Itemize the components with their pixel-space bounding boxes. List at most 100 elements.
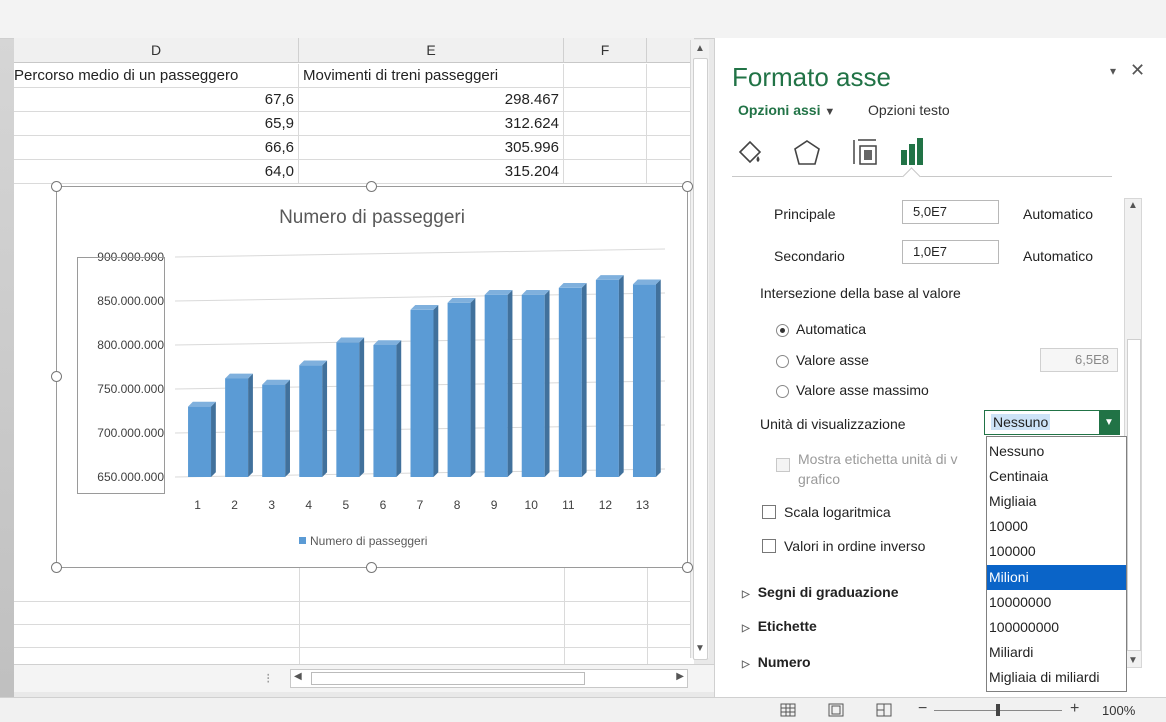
table-row: 66,6 305.996: [14, 136, 694, 160]
bar-side: [248, 373, 253, 477]
dropdown-option[interactable]: Centinaia: [987, 464, 1126, 489]
cell-e2[interactable]: 298.467: [299, 88, 564, 111]
bar-top: [558, 283, 587, 288]
pane-menu-icon[interactable]: ▾: [1110, 64, 1116, 78]
bar-side: [359, 337, 365, 477]
resize-handle[interactable]: [51, 371, 62, 382]
cell-d2[interactable]: 67,6: [14, 88, 299, 111]
scroll-thumb[interactable]: [693, 58, 708, 660]
dropdown-option[interactable]: 10000: [987, 514, 1126, 539]
section-tick-marks-label: Segni di graduazione: [757, 584, 899, 600]
display-units-dropdown[interactable]: Nessuno Centinaia Migliaia 10000 100000 …: [986, 436, 1127, 692]
scroll-up-icon[interactable]: ▲: [1128, 200, 1138, 211]
page-break-icon[interactable]: [876, 703, 892, 717]
radio-valore-massimo[interactable]: [776, 385, 789, 398]
scroll-left-icon[interactable]: ◀: [294, 671, 302, 682]
bar-side: [322, 360, 328, 477]
resize-handle[interactable]: [51, 562, 62, 573]
effects-icon[interactable]: [792, 138, 822, 168]
intersection-label: Intersezione della base al valore: [760, 285, 961, 301]
cell-f1[interactable]: [564, 64, 647, 87]
principale-input[interactable]: 5,0E7: [902, 200, 999, 224]
cell-f2[interactable]: [564, 88, 647, 111]
scroll-down-icon[interactable]: ▼: [1128, 655, 1138, 666]
cell-d5[interactable]: 64,0: [14, 160, 299, 183]
bar-top: [262, 379, 290, 385]
resize-handle[interactable]: [682, 562, 693, 573]
column-header-e[interactable]: E: [299, 38, 564, 63]
axis-selection-box[interactable]: [77, 257, 165, 494]
scroll-right-icon[interactable]: ▶: [676, 671, 684, 682]
tab-axis-options[interactable]: Opzioni assi ▼: [738, 102, 835, 118]
display-units-select[interactable]: Nessuno ▼: [984, 410, 1120, 435]
section-number[interactable]: ▷ Numero: [742, 654, 811, 670]
resize-handle[interactable]: [682, 181, 693, 192]
section-labels[interactable]: ▷ Etichette: [742, 618, 817, 634]
zoom-out-button[interactable]: −: [918, 700, 927, 718]
cell-f5[interactable]: [564, 160, 647, 183]
normal-view-icon[interactable]: [780, 703, 796, 717]
fill-line-icon[interactable]: [736, 138, 766, 168]
dropdown-option-highlighted[interactable]: Milioni: [987, 565, 1126, 590]
size-properties-icon[interactable]: [850, 136, 880, 168]
page-layout-icon[interactable]: [828, 703, 844, 717]
secondario-input[interactable]: 1,0E7: [902, 240, 999, 264]
valore-asse-input[interactable]: 6,5E8: [1040, 348, 1118, 372]
cell-e1[interactable]: Movimenti di treni passeggeri: [299, 64, 564, 87]
pane-divider: [732, 176, 1112, 177]
zoom-slider-thumb[interactable]: [996, 704, 1000, 716]
column-header-f[interactable]: F: [564, 38, 647, 63]
sheet-horizontal-scrollbar[interactable]: ◀ ▶: [290, 669, 688, 688]
scroll-thumb[interactable]: [1127, 339, 1141, 651]
scroll-up-icon[interactable]: ▲: [694, 43, 706, 55]
tab-text-options[interactable]: Opzioni testo: [868, 102, 950, 118]
cell-f4[interactable]: [564, 136, 647, 159]
radio-automatica[interactable]: [776, 324, 789, 337]
bar-side: [285, 379, 290, 477]
reverse-order-checkbox[interactable]: [762, 539, 776, 553]
cell-d1[interactable]: Percorso medio di un passeggero: [14, 64, 299, 87]
section-tick-marks[interactable]: ▷ Segni di graduazione: [742, 584, 899, 600]
chevron-down-icon[interactable]: ▼: [1099, 411, 1119, 434]
show-units-label-checkbox[interactable]: [776, 458, 790, 472]
principale-label: Principale: [774, 206, 836, 222]
scroll-thumb[interactable]: [311, 672, 585, 685]
bar: [262, 384, 286, 477]
axis-options-icon[interactable]: [898, 136, 928, 168]
splitter-icon[interactable]: ⁝: [266, 670, 270, 687]
log-scale-checkbox[interactable]: [762, 505, 776, 519]
resize-handle[interactable]: [366, 181, 377, 192]
dropdown-option[interactable]: Migliaia di miliardi: [987, 665, 1126, 690]
gridline: [174, 248, 666, 258]
resize-handle[interactable]: [366, 562, 377, 573]
dropdown-option[interactable]: Nessuno: [987, 439, 1126, 464]
bar: [410, 309, 434, 477]
bar: [595, 279, 619, 477]
secondario-auto-button[interactable]: Automatico: [1023, 248, 1093, 264]
cell-d4[interactable]: 66,6: [14, 136, 299, 159]
principale-auto-button[interactable]: Automatico: [1023, 206, 1093, 222]
scroll-down-icon[interactable]: ▼: [694, 643, 706, 655]
cell-f3[interactable]: [564, 112, 647, 135]
dropdown-option[interactable]: 10000000: [987, 590, 1126, 615]
column-header-d[interactable]: D: [14, 38, 299, 63]
top-edge: [0, 0, 1166, 39]
cell-e4[interactable]: 305.996: [299, 136, 564, 159]
dropdown-option[interactable]: Migliaia: [987, 489, 1126, 514]
x-tick-label: 7: [417, 498, 424, 512]
dropdown-option[interactable]: Miliardi: [987, 640, 1126, 665]
zoom-in-button[interactable]: +: [1070, 700, 1079, 718]
column-header-g[interactable]: [647, 38, 694, 63]
resize-handle[interactable]: [51, 181, 62, 192]
close-icon[interactable]: ✕: [1130, 60, 1145, 81]
cell-e5[interactable]: 315.204: [299, 160, 564, 183]
bar-side: [470, 297, 476, 477]
dropdown-option[interactable]: 100000: [987, 539, 1126, 564]
cell-d3[interactable]: 65,9: [14, 112, 299, 135]
radio-valore-asse[interactable]: [776, 355, 789, 368]
cell-e3[interactable]: 312.624: [299, 112, 564, 135]
bar-side: [433, 305, 439, 477]
zoom-level[interactable]: 100%: [1102, 703, 1135, 718]
bar-top: [595, 275, 624, 280]
dropdown-option[interactable]: 100000000: [987, 615, 1126, 640]
